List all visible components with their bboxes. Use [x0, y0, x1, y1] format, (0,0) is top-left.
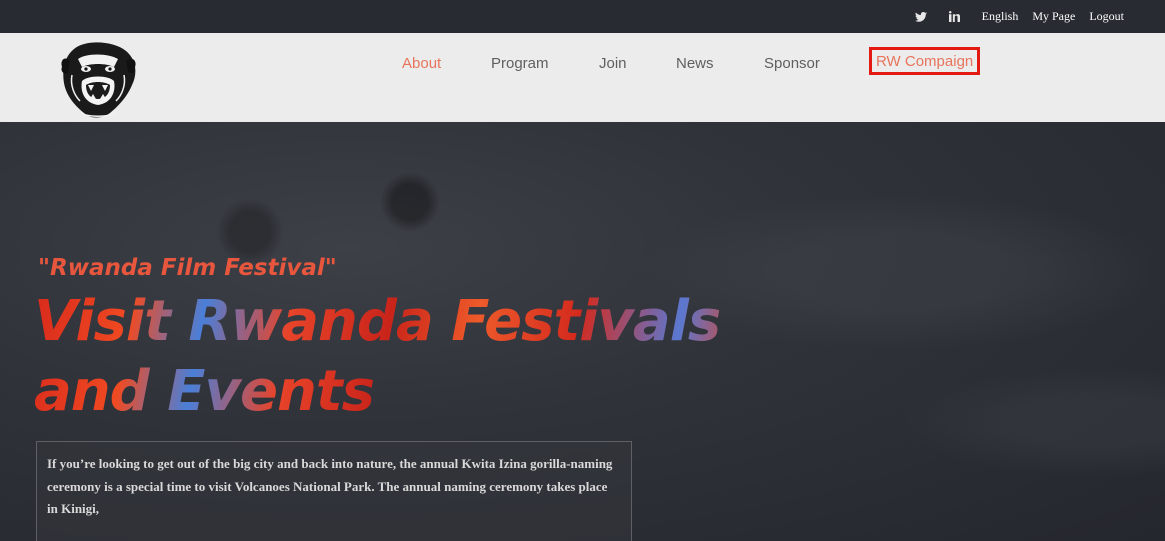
hero-title-line1: Visit Rwanda Festivals — [34, 289, 721, 354]
hero-description: If you’re looking to get out of the big … — [47, 456, 613, 516]
nav-sponsor[interactable]: Sponsor — [764, 55, 820, 72]
my-page-link[interactable]: My Page — [1032, 9, 1075, 24]
top-utility-bar: English My Page Logout — [0, 0, 1165, 33]
twitter-icon[interactable] — [914, 11, 927, 22]
linkedin-icon[interactable] — [948, 11, 960, 22]
nav-about[interactable]: About — [402, 55, 441, 72]
nav-rw-compaign[interactable]: RW Compaign — [869, 47, 981, 75]
hero-subtitle: "Rwanda Film Festival" — [38, 255, 337, 281]
main-nav: About Program Join News Sponsor RW Compa… — [0, 33, 1165, 93]
nav-join[interactable]: Join — [599, 55, 627, 72]
hero-banner: "Rwanda Film Festival" Visit Rwanda Fest… — [0, 122, 1165, 541]
site-header: About Program Join News Sponsor RW Compa… — [0, 33, 1165, 122]
hero-description-box: If you’re looking to get out of the big … — [36, 441, 632, 541]
logout-link[interactable]: Logout — [1089, 9, 1124, 24]
hero-title-line2: and Events — [34, 359, 374, 424]
english-link[interactable]: English — [982, 9, 1019, 24]
nav-program[interactable]: Program — [491, 55, 549, 72]
hero-title: Visit Rwanda Festivals and Events — [34, 287, 734, 427]
nav-news[interactable]: News — [676, 55, 714, 72]
